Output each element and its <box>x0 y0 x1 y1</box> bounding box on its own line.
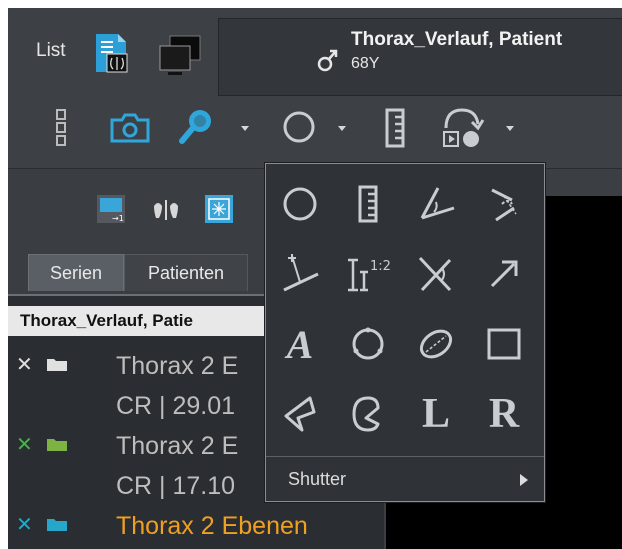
cobb-angle-icon[interactable] <box>476 176 532 232</box>
ellipse-icon[interactable] <box>408 316 464 372</box>
folder-icon <box>47 359 67 371</box>
camera-icon[interactable] <box>108 112 152 144</box>
folder-icon <box>47 439 67 451</box>
arrow-icon[interactable] <box>476 246 532 302</box>
freehand-icon[interactable] <box>340 386 396 442</box>
compare-faces-icon[interactable] <box>150 198 182 222</box>
series-subtitle: CR | 29.01 <box>116 392 236 420</box>
close-icon[interactable]: ✕ <box>16 432 33 457</box>
series-title-active[interactable]: Thorax 2 Ebenen <box>116 512 308 541</box>
tab-serien[interactable]: Serien <box>28 254 124 291</box>
patient-name: Thorax_Verlauf, Patient <box>351 29 563 50</box>
series-list-header-text: Thorax_Verlauf, Patie <box>20 311 193 330</box>
ruler-icon[interactable] <box>340 176 396 232</box>
rectangle-icon[interactable] <box>476 316 532 372</box>
angle-icon[interactable] <box>408 176 464 232</box>
image-adjust-icon[interactable] <box>204 194 234 224</box>
shutter-menu-item[interactable]: Shutter <box>288 469 346 490</box>
left-marker-icon[interactable]: L <box>408 386 464 442</box>
ratio-icon[interactable]: 1:2 <box>340 246 396 302</box>
measure-dropdown-caret[interactable] <box>338 126 346 131</box>
polygon-icon[interactable] <box>272 386 328 442</box>
close-icon[interactable]: ✕ <box>16 512 33 537</box>
submenu-arrow-icon <box>520 474 528 486</box>
patient-list-icon[interactable] <box>92 32 132 74</box>
perpendicular-icon[interactable] <box>272 246 328 302</box>
more-vertical-icon[interactable] <box>54 108 68 148</box>
male-gender-icon <box>317 49 338 72</box>
tab-patienten[interactable]: Patienten <box>124 254 248 291</box>
patient-info-box: Thorax_Verlauf, Patient 68Y <box>218 18 622 96</box>
screens-icon[interactable] <box>156 34 204 78</box>
rotate-play-icon[interactable] <box>436 104 494 150</box>
viewer-app: List Thorax_Verlauf, Patient 68Y →1 Seri… <box>8 8 622 549</box>
popup-divider <box>266 456 544 457</box>
list-label[interactable]: List <box>36 40 66 62</box>
right-marker-icon[interactable]: R <box>476 386 532 442</box>
series-subtitle: CR | 17.10 <box>116 472 236 500</box>
series-title[interactable]: Thorax 2 E <box>116 432 238 461</box>
ruler-tool-icon[interactable] <box>384 108 406 148</box>
circle-icon[interactable] <box>272 176 328 232</box>
zoom-magnifier-icon[interactable] <box>178 106 216 146</box>
folder-icon <box>47 519 67 531</box>
close-icon[interactable]: ✕ <box>16 352 33 377</box>
series-title[interactable]: Thorax 2 E <box>116 352 238 381</box>
svg-text:→1: →1 <box>112 214 124 223</box>
measurement-tools-popup: 1:2 A L R Shutter <box>265 163 545 502</box>
rotate-dropdown-caret[interactable] <box>506 126 514 131</box>
zoom-dropdown-caret[interactable] <box>241 126 249 131</box>
series-sync-icon[interactable]: →1 <box>96 194 126 224</box>
top-toolbar: List Thorax_Verlauf, Patient 68Y <box>8 8 622 169</box>
text-annotation-icon[interactable]: A <box>272 316 328 372</box>
patient-age: 68Y <box>351 55 380 72</box>
cross-angle-icon[interactable] <box>408 246 464 302</box>
circle-points-icon[interactable] <box>340 316 396 372</box>
svg-text:1:2: 1:2 <box>370 259 391 274</box>
circle-tool-icon[interactable] <box>282 110 316 144</box>
